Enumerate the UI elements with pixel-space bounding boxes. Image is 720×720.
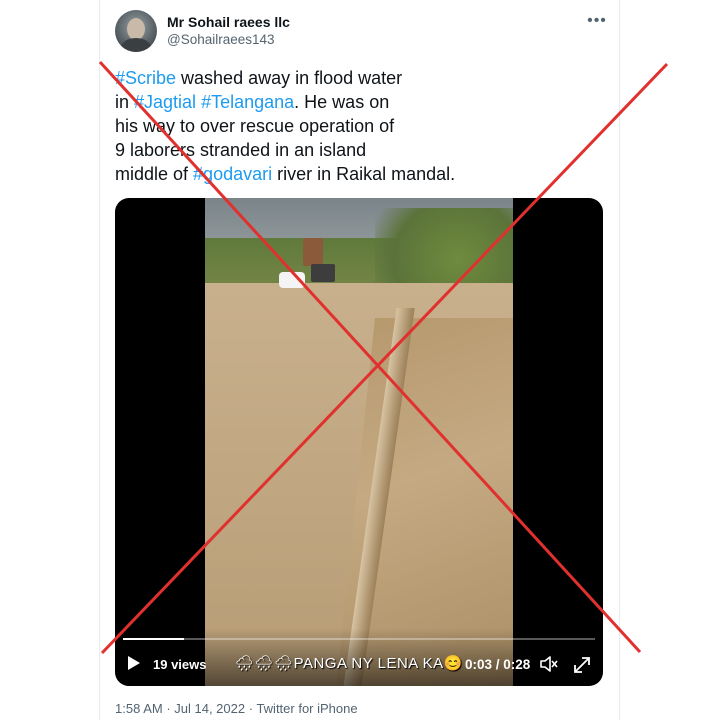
video-progress-bar[interactable] — [123, 638, 595, 640]
tweet-date[interactable]: Jul 14, 2022 — [174, 701, 245, 716]
meta-separator: · — [245, 701, 257, 716]
tweet-text: #Scribe washed away in flood water in #Ja… — [115, 66, 535, 186]
hashtag-link[interactable]: #Jagtial — [134, 92, 196, 112]
user-handle[interactable]: @Sohailraees143 — [167, 32, 275, 47]
tweet-text-line: middle of #godavari river in Raikal mand… — [115, 162, 535, 186]
tweet-text-segment: . He was on — [294, 92, 390, 112]
timeline-border-right — [619, 0, 620, 720]
fullscreen-icon[interactable] — [573, 656, 591, 674]
video-progress-fill — [123, 638, 185, 640]
tweet-text-line: 9 laborers stranded in an island — [115, 138, 535, 162]
timeline-border-left — [99, 0, 100, 720]
meta-separator: · — [162, 701, 175, 716]
tweet-text-line: in #Jagtial #Telangana. He was on — [115, 90, 535, 114]
video-caption-overlay: 🌧🌧🌧PANGA NY LENA KA😊 — [235, 655, 463, 672]
avatar[interactable] — [115, 10, 157, 52]
avatar-body — [121, 38, 151, 52]
tweet-text-segment: in — [115, 92, 135, 112]
video-truck — [303, 238, 323, 266]
tweet-text-line: his way to over rescue operation of — [115, 114, 535, 138]
video-time: 0:03 / 0:28 — [465, 657, 531, 672]
tweet-text-segment: washed away in flood water — [176, 68, 403, 88]
video-vehicle — [311, 264, 335, 282]
hashtag-link[interactable]: #Scribe — [115, 68, 176, 88]
mute-icon[interactable] — [540, 656, 558, 672]
tweet-text-segment: middle of — [115, 164, 194, 184]
video-frame[interactable] — [205, 198, 513, 686]
tweet-text-segment: 9 laborers stranded in an island — [115, 140, 367, 160]
tweet-source[interactable]: Twitter for iPhone — [256, 701, 357, 716]
video-player[interactable]: 19 views 🌧🌧🌧PANGA NY LENA KA😊 0:03 / 0:2… — [115, 198, 603, 686]
avatar-face — [127, 18, 145, 40]
view-count: 19 views — [153, 657, 207, 672]
tweet-text-segment: river in Raikal mandal. — [272, 164, 456, 184]
more-horizontal-icon[interactable]: ••• — [586, 10, 608, 32]
tweet-time[interactable]: 1:58 AM — [115, 701, 163, 716]
display-name[interactable]: Mr Sohail raees llc — [167, 14, 290, 30]
play-icon[interactable] — [127, 655, 141, 671]
tweet-meta: 1:58 AM · Jul 14, 2022 · Twitter for iPh… — [115, 701, 358, 716]
tweet-text-line: #Scribe washed away in flood water — [115, 66, 535, 90]
tweet-text-segment: his way to over rescue operation of — [115, 116, 395, 136]
video-car — [279, 272, 305, 288]
hashtag-link[interactable]: #Telangana — [201, 92, 294, 112]
hashtag-link[interactable]: #godavari — [193, 164, 272, 184]
